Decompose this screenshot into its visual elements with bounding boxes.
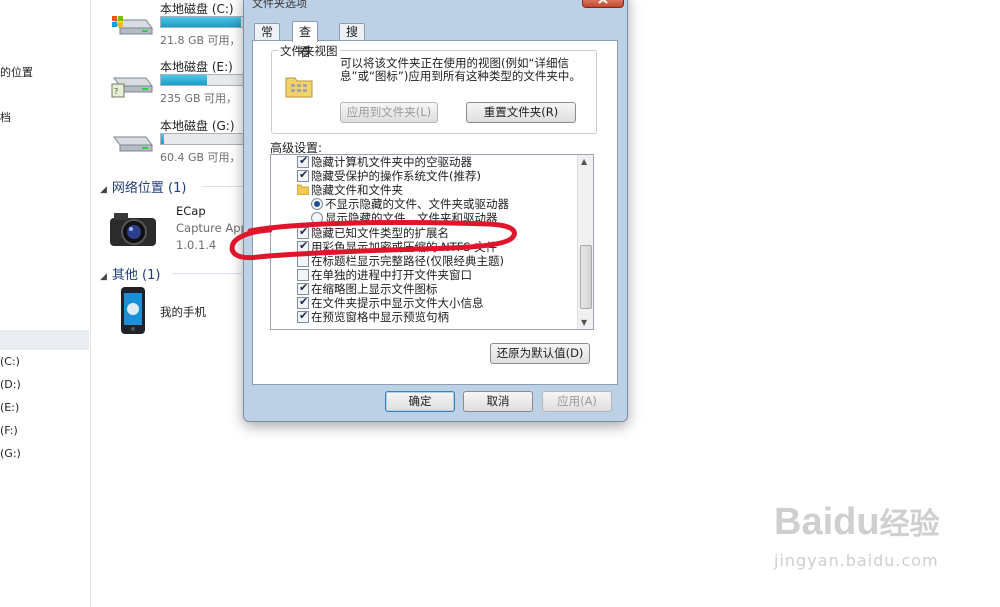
nav-item-documents[interactable]: 档: [0, 109, 11, 125]
nav-item-locations[interactable]: 的位置: [0, 64, 33, 80]
drive-icon: [113, 136, 153, 152]
setting-label: 隐藏计算机文件夹中的空驱动器: [311, 155, 472, 169]
setting-radio[interactable]: [311, 212, 323, 224]
watermark-logo-text: Baidu: [774, 501, 880, 543]
setting-checkbox[interactable]: ✔: [297, 225, 309, 239]
setting-label: 用彩色显示加密或压缩的 NTFS 文件: [311, 240, 498, 254]
vertical-scrollbar[interactable]: ▲ ▼: [577, 155, 593, 329]
phone-icon: [121, 287, 145, 334]
restore-defaults-button[interactable]: 还原为默认值(D): [490, 343, 590, 364]
navigation-pane: 的位置 档 (C:) (D:) (E:) (F:) (G:): [0, 0, 91, 607]
dialog-title: 文件夹选项: [252, 0, 307, 10]
scroll-up-icon[interactable]: ▲: [581, 157, 587, 166]
folder-views-group: 文件夹视图 可以将该文件夹正在使用的视图(例如“详细信息”或“图标”)应用到所有…: [271, 43, 597, 134]
setting-label: 在单独的进程中打开文件夹窗口: [311, 268, 472, 282]
setting-label: 不显示隐藏的文件、文件夹或驱动器: [325, 197, 509, 211]
drive-name: 本地磁盘 (E:): [160, 60, 233, 74]
tab-panel-view: 文件夹视图 可以将该文件夹正在使用的视图(例如“详细信息”或“图标”)应用到所有…: [252, 40, 618, 385]
setting-label: 在预览窗格中显示预览句柄: [311, 310, 449, 324]
folder-options-dialog: 文件夹选项 常规 查看 搜索 文件夹视图 可以将该文件夹正在使用的视图(例如“详…: [243, 0, 628, 422]
drive-name: 本地磁盘 (C:): [160, 2, 234, 16]
phone-name: 我的手机: [160, 305, 206, 319]
folder-views-description: 可以将该文件夹正在使用的视图(例如“详细信息”或“图标”)应用到所有这种类型的文…: [340, 56, 581, 83]
nav-item-drive-e[interactable]: (E:): [0, 401, 19, 414]
setting-label: 在缩略图上显示文件图标: [311, 282, 438, 296]
tab-search[interactable]: 搜索: [339, 23, 366, 56]
setting-checkbox[interactable]: ✔: [297, 309, 309, 323]
ecap-name: ECap: [176, 204, 206, 218]
setting-checkbox[interactable]: ✔: [297, 155, 309, 168]
camera-icon: [110, 213, 156, 246]
collapse-arrow-icon: ◢: [100, 272, 107, 282]
setting-checkbox[interactable]: ✔: [297, 239, 309, 253]
collapse-arrow-icon: ◢: [100, 185, 107, 195]
tab-view[interactable]: 查看: [292, 21, 319, 59]
nav-item-drive-c[interactable]: (C:): [0, 355, 20, 368]
setting-checkbox[interactable]: [297, 269, 309, 281]
group-network-locations[interactable]: ◢ 网络位置 (1): [100, 177, 186, 196]
group-other[interactable]: ◢ 其他 (1): [100, 264, 160, 283]
ok-button[interactable]: 确定: [385, 391, 455, 412]
watermark-logo-cn: 经验: [879, 508, 940, 541]
setting-checkbox[interactable]: ✔: [297, 168, 309, 182]
group-divider: [172, 273, 242, 274]
apply-button[interactable]: 应用(A): [542, 391, 612, 412]
setting-checkbox[interactable]: ✔: [297, 295, 309, 309]
drive-icon: ?: [111, 77, 153, 98]
advanced-settings-list[interactable]: ✔ 隐藏计算机文件夹中的空驱动器 ✔ 隐藏受保护的操作系统文件(推荐) 隐藏文件和文件夹…: [270, 154, 594, 330]
nav-selected-computer[interactable]: [0, 330, 89, 350]
setting-label: 隐藏文件和文件夹: [311, 183, 403, 197]
scroll-thumb[interactable]: [580, 245, 592, 309]
reset-folders-button[interactable]: 重置文件夹(R): [466, 102, 576, 123]
tab-general[interactable]: 常规: [254, 23, 281, 56]
windows-drive-icon: [112, 16, 153, 35]
setting-label: 在标题栏显示完整路径(仅限经典主题): [311, 254, 504, 268]
nav-item-drive-f[interactable]: (F:): [0, 424, 18, 437]
setting-label: 隐藏受保护的操作系统文件(推荐): [311, 169, 481, 183]
setting-label: 隐藏已知文件类型的扩展名: [311, 226, 449, 240]
setting-radio[interactable]: [311, 198, 323, 210]
folder-view-icon: [285, 77, 313, 98]
setting-checkbox[interactable]: ✔: [297, 281, 309, 295]
setting-label: 在文件夹提示中显示文件大小信息: [311, 296, 484, 310]
svg-text:?: ?: [114, 87, 118, 96]
drive-name: 本地磁盘 (G:): [160, 119, 235, 133]
cancel-button[interactable]: 取消: [463, 391, 533, 412]
drive-free-space: 21.8 GB 可用，: [160, 34, 241, 47]
nav-item-drive-g[interactable]: (G:): [0, 447, 21, 460]
scroll-down-icon[interactable]: ▼: [581, 318, 587, 327]
close-icon: [598, 0, 608, 4]
setting-checkbox[interactable]: [297, 255, 309, 267]
folder-icon: [297, 184, 309, 195]
drive-free-space: 235 GB 可用，: [160, 92, 238, 105]
setting-label: 显示隐藏的文件、文件夹和驱动器: [325, 211, 498, 225]
device-item-phone[interactable]: 我的手机: [114, 286, 254, 336]
drive-free-space: 60.4 GB 可用，: [160, 151, 241, 164]
network-item-ecap[interactable]: ECap Capture Appli 1.0.1.4: [106, 204, 256, 254]
apply-to-folders-button[interactable]: 应用到文件夹(L): [340, 102, 438, 123]
nav-item-drive-d[interactable]: (D:): [0, 378, 21, 391]
watermark-url: jingyan.baidu.com: [774, 551, 939, 570]
ecap-version: 1.0.1.4: [176, 238, 217, 252]
close-button[interactable]: [582, 0, 624, 8]
